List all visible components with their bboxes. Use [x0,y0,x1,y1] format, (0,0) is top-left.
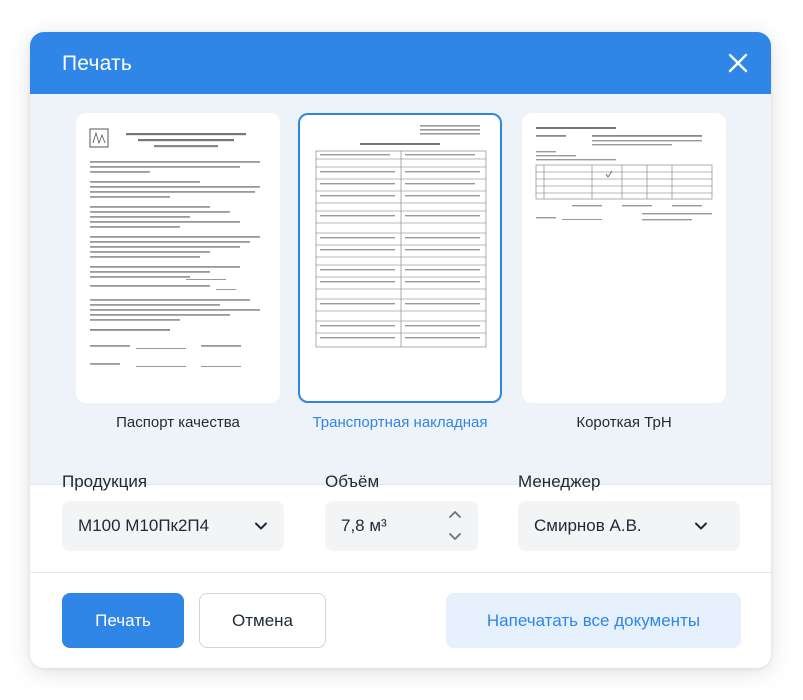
doc-thumbnail-quality-passport[interactable] [76,113,280,403]
divider [30,572,771,573]
cancel-button[interactable]: Отмена [199,593,326,648]
decrement-icon[interactable] [445,527,465,545]
manager-value: Смирнов А.В. [534,516,642,535]
print-dialog: Печать Паспорт качества Транспортная нак… [30,32,771,668]
document-preview-area: Паспорт качества Транспортная накладная … [30,94,771,484]
volume-stepper[interactable]: 7,8 м³ [325,501,478,551]
volume-value[interactable]: 7,8 м³ [341,516,387,536]
short-waybill-preview [535,127,713,221]
manager-label: Менеджер [518,472,601,491]
doc-label-transport-waybill[interactable]: Транспортная накладная [298,414,502,431]
chevron-down-icon [255,522,267,530]
dialog-title: Печать [62,52,132,75]
dialog-header: Печать [30,32,771,94]
manager-select[interactable]: Смирнов А.В. [518,501,740,551]
quality-passport-preview [89,128,260,367]
doc-label-quality-passport[interactable]: Паспорт качества [76,414,280,431]
volume-label: Объём [325,472,380,491]
print-all-button[interactable]: Напечатать все документы [446,593,741,648]
increment-icon[interactable] [445,506,465,524]
product-label: Продукция [62,472,148,491]
product-value: М100 М10Пк2П4 [78,516,210,535]
chevron-down-icon [695,522,707,530]
doc-label-short-waybill[interactable]: Короткая ТрН [522,414,726,431]
close-icon[interactable] [726,51,750,75]
transport-waybill-preview [315,125,487,348]
print-button[interactable]: Печать [62,593,184,648]
product-select[interactable]: М100 М10Пк2П4 [62,501,284,551]
doc-thumbnail-short-waybill[interactable] [522,113,726,403]
doc-thumbnail-transport-waybill[interactable] [298,113,502,403]
